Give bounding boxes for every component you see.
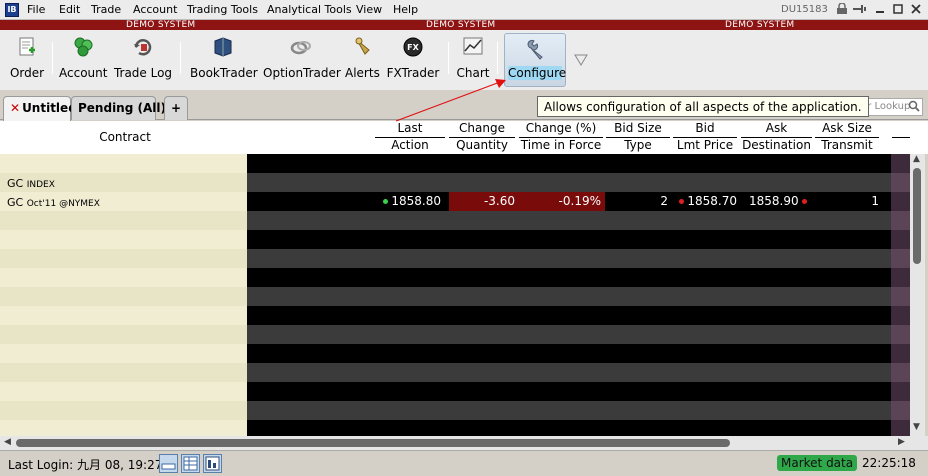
- contract-row-gc-index[interactable]: GC INDEX: [7, 177, 55, 190]
- col-type[interactable]: Type: [606, 138, 670, 152]
- cell-ask-size[interactable]: 1: [815, 192, 883, 211]
- last-login: Last Login: 九月 08, 19:27: [8, 458, 163, 472]
- cell-ask[interactable]: 1858.90: [741, 192, 811, 211]
- account-id: DU15183: [781, 4, 828, 15]
- window-layout-icon[interactable]: [203, 454, 222, 473]
- cell-bid-size[interactable]: 2: [606, 192, 672, 211]
- minimize-icon[interactable]: [872, 3, 888, 17]
- col-last[interactable]: Last: [375, 121, 445, 135]
- status-bar: Last Login: 九月 08, 19:27 Market data 22:…: [0, 450, 928, 476]
- tab-pending[interactable]: Pending (All): [71, 96, 166, 120]
- bid-dot-icon: [678, 199, 684, 204]
- col-quantity[interactable]: Quantity: [449, 138, 515, 152]
- close-tab-icon[interactable]: ✕: [10, 101, 20, 115]
- col-ask[interactable]: Ask: [741, 121, 812, 135]
- menu-edit[interactable]: Edit: [59, 3, 80, 16]
- fx-icon: FX: [402, 36, 424, 58]
- col-change[interactable]: Change: [449, 121, 515, 135]
- cell-change[interactable]: -3.60: [449, 192, 519, 211]
- lock-icon[interactable]: [834, 2, 850, 17]
- col-destination[interactable]: Destination: [741, 138, 812, 152]
- demo-label-center: DEMO SYSTEM: [426, 20, 496, 30]
- grid-layout-icon[interactable]: [181, 454, 200, 473]
- cell-last[interactable]: 1858.80: [375, 192, 445, 211]
- market-data-button[interactable]: Market data: [777, 455, 858, 471]
- grid-header: Contract Last Change Change (%) Bid Size…: [0, 121, 928, 154]
- order-button[interactable]: Order: [8, 36, 46, 86]
- col-time-in-force[interactable]: Time in Force: [519, 138, 603, 152]
- market-data-grid: 1858.80 -3.60 -0.19% 2 1858.70 1858.90 1: [247, 154, 891, 436]
- menu-analytical-tools[interactable]: Analytical Tools: [267, 3, 352, 16]
- menu-trade[interactable]: Trade: [91, 3, 121, 16]
- tab-untitled[interactable]: ✕ Untitled: [3, 96, 77, 121]
- cell-change-pct[interactable]: -0.19%: [519, 192, 605, 211]
- chart-button[interactable]: Chart: [456, 36, 490, 86]
- scroll-up-icon[interactable]: ▲: [913, 154, 920, 164]
- demo-label-right: DEMO SYSTEM: [725, 20, 795, 30]
- maximize-icon[interactable]: [890, 3, 906, 17]
- alerts-button[interactable]: Alerts: [345, 36, 380, 86]
- col-bid[interactable]: Bid: [673, 121, 737, 135]
- wrench-icon: [524, 38, 546, 60]
- layout-icon[interactable]: [159, 454, 178, 473]
- option-icon: [290, 36, 312, 58]
- menu-account[interactable]: Account: [133, 3, 177, 16]
- pin-icon[interactable]: [852, 3, 868, 17]
- order-icon: [16, 36, 38, 58]
- clock: 22:25:18: [862, 456, 916, 470]
- demo-label-left: DEMO SYSTEM: [126, 20, 196, 30]
- menu-file[interactable]: File: [27, 3, 45, 16]
- cell-bid[interactable]: 1858.70: [673, 192, 741, 211]
- account-button[interactable]: Account: [59, 36, 107, 86]
- menu-bar: IB File Edit Trade Account Trading Tools…: [0, 0, 928, 20]
- toolbar-overflow-icon[interactable]: [574, 54, 588, 69]
- trade-log-icon: [132, 36, 154, 58]
- app-icon[interactable]: IB: [5, 3, 19, 17]
- book-icon: [212, 36, 234, 58]
- search-icon: [908, 100, 920, 115]
- demo-system-bar: DEMO SYSTEM DEMO SYSTEM DEMO SYSTEM: [0, 20, 928, 30]
- col-ask-size[interactable]: Ask Size: [815, 121, 879, 135]
- optiontrader-button[interactable]: OptionTrader: [263, 36, 341, 86]
- uptick-dot-icon: [382, 199, 388, 204]
- scroll-down-icon[interactable]: ▼: [913, 422, 920, 432]
- bell-icon: [351, 36, 373, 58]
- scroll-right-icon[interactable]: ▶: [898, 437, 905, 447]
- menu-trading-tools[interactable]: Trading Tools: [187, 3, 258, 16]
- fx-badge-text: FX: [407, 43, 419, 52]
- account-icon: [72, 36, 94, 58]
- col-change-pct[interactable]: Change (%): [519, 121, 603, 135]
- configure-button[interactable]: Configure: [504, 33, 566, 87]
- col-transmit[interactable]: Transmit: [815, 138, 879, 152]
- contract-column: GC INDEX GC Oct'11 @NYMEX: [0, 154, 247, 436]
- col-contract[interactable]: Contract: [0, 130, 250, 144]
- menu-view[interactable]: View: [356, 3, 382, 16]
- booktrader-button[interactable]: BookTrader: [190, 36, 258, 86]
- col-action[interactable]: Action: [375, 138, 445, 152]
- scroll-left-icon[interactable]: ◀: [4, 437, 11, 447]
- toolbar: Order Account Trade Log BookTrader Optio…: [0, 30, 928, 90]
- col-bid-size[interactable]: Bid Size: [606, 121, 670, 135]
- horizontal-scrollbar[interactable]: ◀ ▶: [0, 436, 928, 450]
- horizontal-scroll-thumb[interactable]: [16, 439, 730, 447]
- trade-log-button[interactable]: Trade Log: [113, 36, 173, 86]
- vertical-scroll-thumb[interactable]: [913, 168, 921, 264]
- close-icon[interactable]: [908, 3, 924, 17]
- menu-help[interactable]: Help: [393, 3, 418, 16]
- right-gutter: [891, 154, 910, 436]
- configure-tooltip: Allows configuration of all aspects of t…: [537, 96, 869, 117]
- vertical-scrollbar[interactable]: ▲ ▼: [910, 154, 925, 436]
- add-tab-button[interactable]: +: [164, 96, 188, 120]
- chart-icon: [462, 36, 484, 58]
- contract-row-gc-oct11[interactable]: GC Oct'11 @NYMEX: [7, 196, 100, 209]
- ask-dot-icon: [802, 199, 808, 204]
- col-lmt-price[interactable]: Lmt Price: [673, 138, 737, 152]
- fxtrader-button[interactable]: FX FXTrader: [386, 36, 440, 86]
